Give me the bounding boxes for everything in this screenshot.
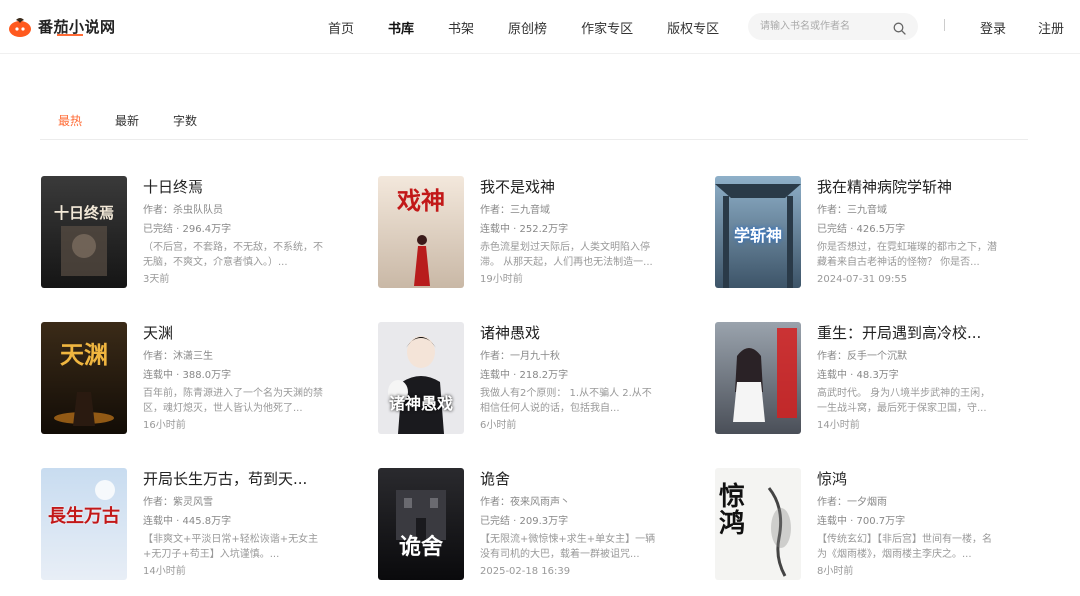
book-title[interactable]: 诸神愚戏: [480, 322, 668, 344]
book-cover[interactable]: 惊鸿: [715, 468, 801, 580]
search-box: [748, 13, 918, 40]
book-card[interactable]: 学斩神 我在精神病院学斩神 作者：三九音域 已完结 · 426.5万字 你是否想…: [715, 176, 1035, 288]
book-cover[interactable]: 天渊: [41, 322, 127, 434]
login-button[interactable]: 登录: [980, 18, 1006, 37]
book-status: 连载中 · 252.2万字: [480, 224, 569, 235]
nav-bookshelf[interactable]: 书架: [448, 18, 474, 37]
book-update-time: 2024-07-31 09:55: [817, 274, 908, 285]
book-card[interactable]: 惊鸿 惊鸿 作者：一夕烟雨 连载中 · 700.7万字 【传统玄幻】【非后宫】世…: [715, 468, 1035, 580]
register-button[interactable]: 注册: [1038, 18, 1064, 37]
book-author[interactable]: 作者：一夕烟雨: [817, 496, 1005, 510]
book-description: 【无限流+微惊悚+求生+单女主】一辆没有司机的大巴，载着一群被诅咒...: [480, 534, 656, 560]
book-title[interactable]: 诡舍: [480, 468, 668, 490]
book-title[interactable]: 我在精神病院学斩神: [817, 176, 1005, 198]
book-card[interactable]: 十日终焉 十日终焉 作者：杀虫队队员 已完结 · 296.4万字 （不后宫，不套…: [41, 176, 361, 288]
book-title[interactable]: 惊鸿: [817, 468, 1005, 490]
tab-newest[interactable]: 最新: [115, 112, 139, 129]
book-status: 连载中 · 48.3万字: [817, 370, 899, 381]
book-cover[interactable]: 長生万古: [41, 468, 127, 580]
nav-home[interactable]: 首页: [328, 18, 354, 37]
book-status: 已完结 · 426.5万字: [817, 224, 906, 235]
cover-title-text: 天渊: [60, 340, 108, 369]
cover-title-text: 诸神愚戏: [388, 394, 453, 413]
cover-title-text: 惊鸿: [719, 482, 746, 540]
tab-word-count[interactable]: 字数: [173, 112, 197, 129]
cover-title-text: 十日终焉: [53, 204, 114, 222]
book-title[interactable]: 开局长生万古，苟到天...: [143, 468, 331, 490]
book-title[interactable]: 重生：开局遇到高冷校...: [817, 322, 1005, 344]
nav-library[interactable]: 书库: [388, 18, 414, 37]
book-status: 连载中 · 218.2万字: [480, 370, 569, 381]
cover-title-text: 诡舍: [398, 534, 443, 560]
book-title[interactable]: 天渊: [143, 322, 331, 344]
book-status: 已完结 · 209.3万字: [480, 516, 569, 527]
book-description: 百年前，陈青源进入了一个名为天渊的禁区，魂灯熄灭，世人皆认为他死了...: [143, 388, 323, 414]
tab-hottest[interactable]: 最热: [58, 112, 82, 129]
book-status: 连载中 · 388.0万字: [143, 370, 232, 381]
book-description: 高武时代。 身为八境半步武神的王闲，一生战斗窝，最后死于保家卫国，守...: [817, 388, 991, 414]
top-header: 番茄小说网 首页 书库 书架 原创榜 作家专区 版权专区 登录 注册: [0, 0, 1080, 54]
book-update-time: 3天前: [143, 274, 170, 285]
book-author[interactable]: 作者：夜来风雨声丶: [480, 496, 668, 510]
sort-tabs: 最热 最新 字数: [40, 104, 1028, 140]
book-cover[interactable]: 诸神愚戏: [378, 322, 464, 434]
book-card[interactable]: 重生：开局遇到高冷校... 作者：反手一个沉默 连载中 · 48.3万字 高武时…: [715, 322, 1035, 434]
book-update-time: 14小时前: [817, 420, 860, 431]
book-card[interactable]: 诸神愚戏 诸神愚戏 作者：一月九十秋 连载中 · 218.2万字 我做人有2个原…: [378, 322, 698, 434]
book-status: 已完结 · 296.4万字: [143, 224, 232, 235]
book-author[interactable]: 作者：杀虫队队员: [143, 204, 331, 218]
book-author[interactable]: 作者：反手一个沉默: [817, 350, 1005, 364]
nav-copyright-zone[interactable]: 版权专区: [667, 18, 719, 37]
book-cover[interactable]: 戏神: [378, 176, 464, 288]
main-nav: 首页 书库 书架 原创榜 作家专区 版权专区: [328, 0, 753, 54]
book-status: 连载中 · 445.8万字: [143, 516, 232, 527]
book-status: 连载中 · 700.7万字: [817, 516, 906, 527]
header-divider: [944, 19, 945, 31]
book-description: 你是否想过，在霓虹璀璨的都市之下，潜藏着来自古老神话的怪物？ 你是否...: [817, 242, 997, 268]
book-description: 【传统玄幻】【非后宫】世间有一楼，名为《烟雨楼》，烟雨楼主李庆之。...: [817, 534, 992, 560]
book-description: 【非爽文+平淡日常+轻松诙谐+无女主+无刀子+苟王】入坑谨慎。...: [143, 534, 319, 560]
book-update-time: 14小时前: [143, 566, 186, 577]
book-card[interactable]: 天渊 天渊 作者：沐潇三生 连载中 · 388.0万字 百年前，陈青源进入了一个…: [41, 322, 361, 434]
book-card[interactable]: 戏神 我不是戏神 作者：三九音域 连载中 · 252.2万字 赤色流星划过天际后…: [378, 176, 698, 288]
book-update-time: 16小时前: [143, 420, 186, 431]
book-description: 赤色流星划过天际后，人类文明陷入停滞。 从那天起，人们再也无法制造一...: [480, 242, 653, 268]
nav-original-ranking[interactable]: 原创榜: [508, 18, 547, 37]
book-update-time: 2025-02-18 16:39: [480, 566, 571, 577]
search-input[interactable]: [760, 13, 890, 40]
book-author[interactable]: 作者：一月九十秋: [480, 350, 668, 364]
tomato-logo-icon: [8, 14, 32, 38]
cover-title-text: 戏神: [397, 186, 445, 215]
book-cover[interactable]: [715, 322, 801, 434]
book-cover[interactable]: 十日终焉: [41, 176, 127, 288]
book-update-time: 6小时前: [480, 420, 517, 431]
book-author[interactable]: 作者：紫灵风雪: [143, 496, 331, 510]
book-title[interactable]: 我不是戏神: [480, 176, 668, 198]
book-cover[interactable]: 学斩神: [715, 176, 801, 288]
search-icon[interactable]: [893, 20, 906, 35]
book-description: （不后宫，不套路，不无敌，不系统，不无脑，不爽文，介意者慎入。）...: [143, 242, 323, 268]
book-update-time: 19小时前: [480, 274, 523, 285]
book-author[interactable]: 作者：三九音域: [817, 204, 1005, 218]
book-card[interactable]: 诡舍 诡舍 作者：夜来风雨声丶 已完结 · 209.3万字 【无限流+微惊悚+求…: [378, 468, 698, 580]
book-card[interactable]: 長生万古 开局长生万古，苟到天... 作者：紫灵风雪 连载中 · 445.8万字…: [41, 468, 361, 580]
cover-title-text: 学斩神: [733, 226, 782, 245]
book-title[interactable]: 十日终焉: [143, 176, 331, 198]
book-cover[interactable]: 诡舍: [378, 468, 464, 580]
cover-title-text: 長生万古: [48, 506, 120, 527]
book-description: 我做人有2个原则： 1.从不骗人 2.从不相信任何人说的话，包括我自...: [480, 388, 652, 414]
book-update-time: 8小时前: [817, 566, 854, 577]
active-tab-indicator: [57, 34, 83, 36]
book-author[interactable]: 作者：三九音域: [480, 204, 668, 218]
book-author[interactable]: 作者：沐潇三生: [143, 350, 331, 364]
nav-writer-zone[interactable]: 作家专区: [581, 18, 633, 37]
